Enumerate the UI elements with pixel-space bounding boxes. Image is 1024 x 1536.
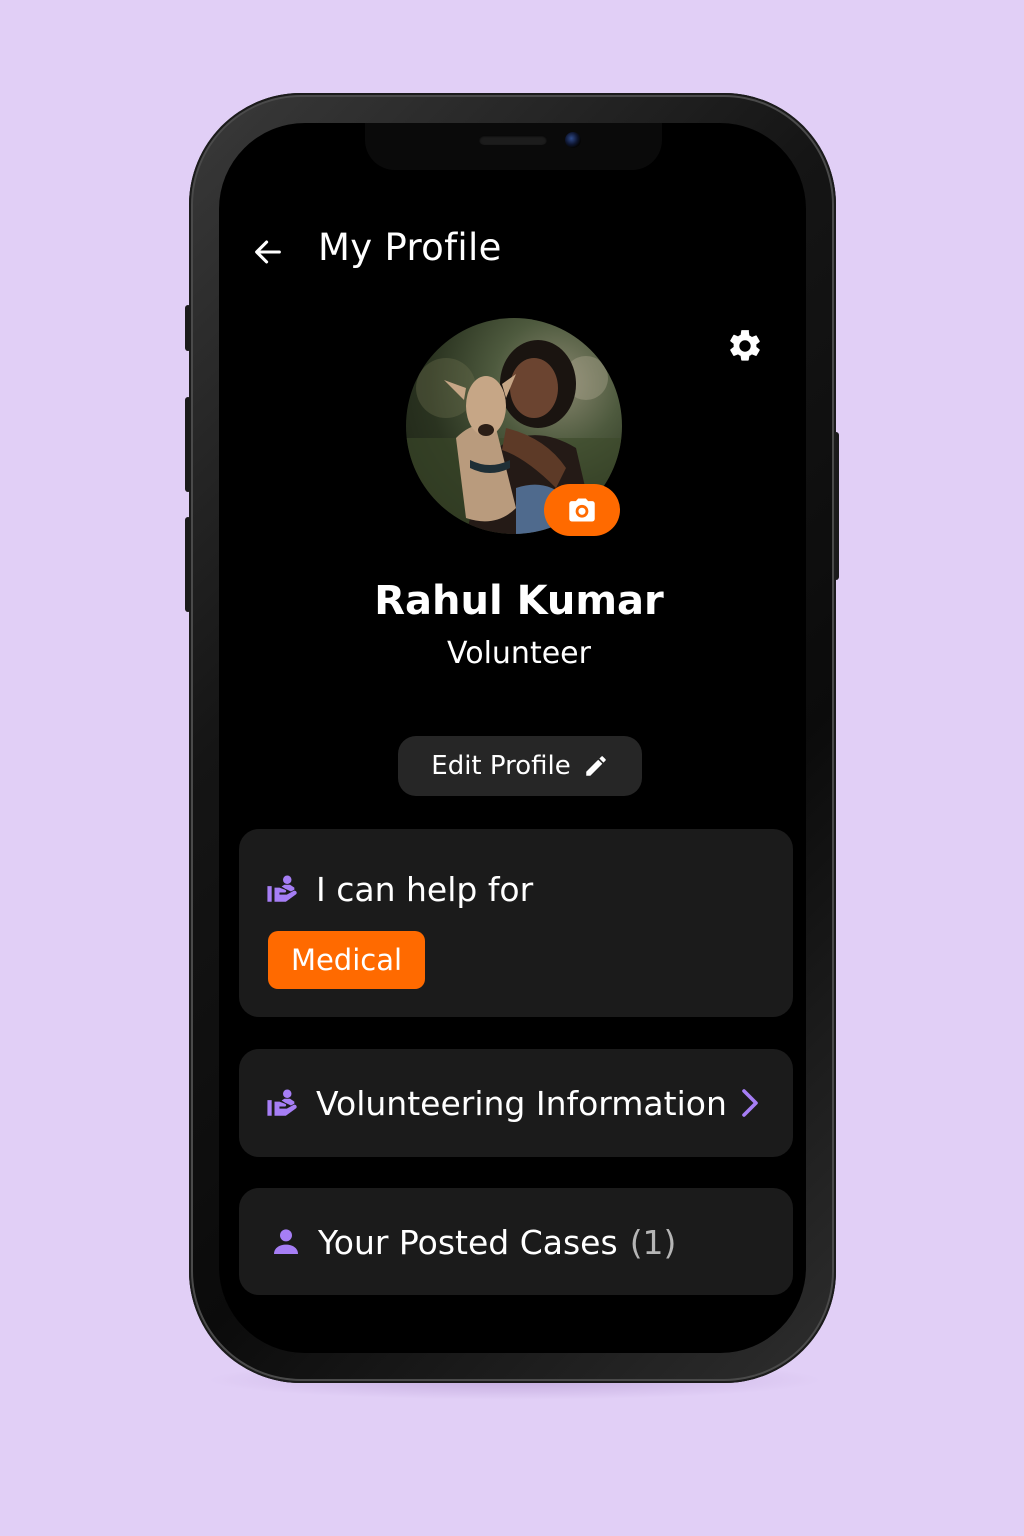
page-title: My Profile [318, 226, 502, 269]
user-role: Volunteer [447, 636, 591, 671]
settings-button[interactable] [724, 325, 766, 367]
edit-profile-label: Edit Profile [431, 751, 571, 781]
volunteering-info-label: Volunteering Information [316, 1083, 727, 1123]
front-camera [565, 132, 581, 148]
mockup-stage: My Profile Rahul Kumar Volunteer Edit Pr… [0, 0, 1024, 1536]
help-card-heading: I can help for [316, 869, 534, 909]
back-button[interactable] [248, 232, 288, 272]
helping-hand-icon [267, 875, 297, 902]
volunteering-info-row: Volunteering Information [266, 1080, 761, 1126]
camera-icon [569, 498, 595, 522]
helping-hand-icon [267, 1089, 297, 1116]
edit-profile-button[interactable]: Edit Profile [398, 736, 642, 796]
posted-cases-count: (1) [629, 1222, 677, 1262]
pencil-icon [585, 756, 606, 776]
person-icon [274, 1229, 298, 1254]
help-card-header: I can help for [266, 866, 533, 912]
earpiece-speaker [479, 135, 547, 145]
arrow-left-icon [255, 240, 281, 264]
change-photo-button[interactable] [544, 484, 620, 536]
posted-cases-label: Your Posted Cases (1) [318, 1223, 676, 1262]
posted-cases-text: Your Posted Cases [318, 1222, 618, 1262]
help-tag-medical[interactable]: Medical [268, 931, 425, 989]
gear-icon [730, 330, 760, 361]
posted-cases-row: Your Posted Cases (1) [270, 1219, 676, 1265]
chevron-right-icon [742, 1089, 758, 1117]
notch [365, 123, 662, 170]
user-name: Rahul Kumar [374, 578, 664, 624]
